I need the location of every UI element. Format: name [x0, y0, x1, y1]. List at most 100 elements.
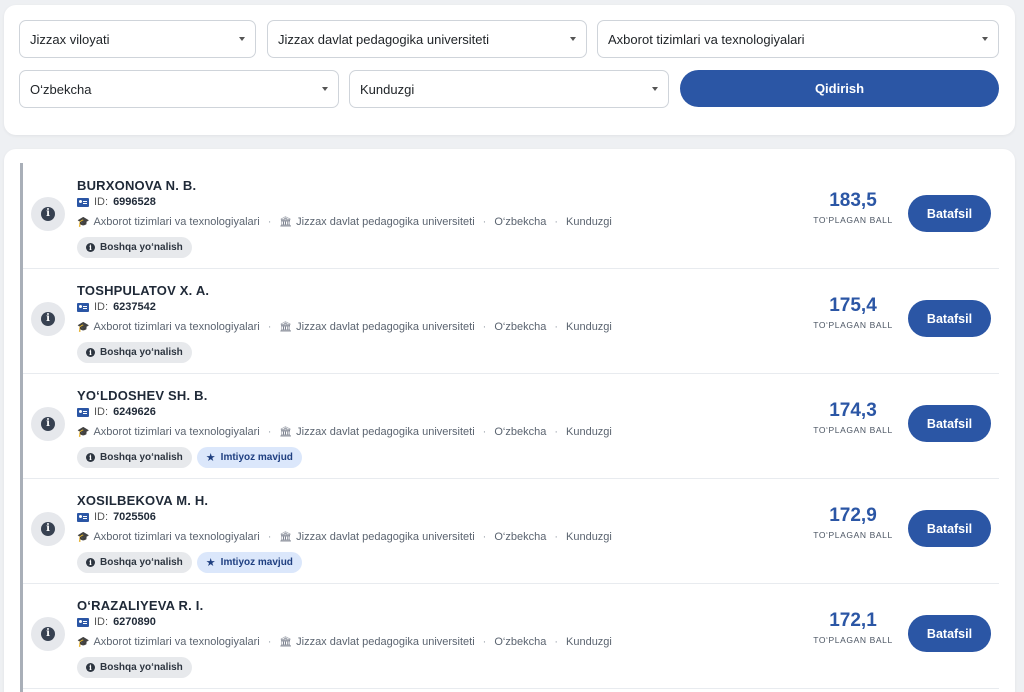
score-block: 172,9 TO‘PLAGAN BALL	[803, 505, 903, 540]
id-number: 6270890	[113, 616, 156, 628]
university-icon: 🏛	[279, 216, 293, 228]
status-badge: i Boshqa yo‘nalish	[77, 237, 192, 258]
meta-form: Kunduzgi	[566, 531, 612, 543]
id-card-icon	[77, 512, 89, 522]
meta-form: Kunduzgi	[566, 636, 612, 648]
applicant-name: TOSHPULATOV X. A.	[77, 283, 210, 298]
separator: ·	[482, 531, 487, 543]
university-icon: 🏛	[279, 321, 293, 333]
badge-group: i Boshqa yo‘nalish	[77, 237, 192, 258]
study-form-select[interactable]: Kunduzgi	[349, 70, 669, 108]
meta-direction: Axborot tizimlari va texnologiyalari	[93, 531, 260, 543]
star-icon: ★	[205, 452, 216, 464]
badge-label: Boshqa yo‘nalish	[100, 662, 183, 673]
details-button[interactable]: Batafsil	[908, 195, 991, 232]
score-label: TO‘PLAGAN BALL	[813, 529, 893, 540]
applicant-name: O‘RAZALIYEVA R. I.	[77, 598, 204, 613]
search-button[interactable]: Qidirish	[680, 70, 999, 107]
result-row: i YO‘LDOSHEV SH. B. ID: 6249626 🎓 Axboro…	[23, 374, 999, 479]
info-button[interactable]: i	[31, 197, 65, 231]
info-icon: i	[86, 243, 95, 252]
id-card-icon	[77, 197, 89, 207]
meta-direction: Axborot tizimlari va texnologiyalari	[93, 636, 260, 648]
details-button[interactable]: Batafsil	[908, 405, 991, 442]
info-icon: i	[86, 558, 95, 567]
info-button[interactable]: i	[31, 512, 65, 546]
results-list: i BURXONOVA N. B. ID: 6996528 🎓 Axborot …	[4, 149, 1015, 692]
info-button[interactable]: i	[31, 407, 65, 441]
separator: ·	[267, 216, 272, 228]
id-card-icon	[77, 302, 89, 312]
meta-university: Jizzax davlat pedagogika universiteti	[296, 531, 475, 543]
badge-group: i Boshqa yo‘nalish ★ Imtiyoz mavjud	[77, 447, 302, 468]
meta-direction: Axborot tizimlari va texnologiyalari	[93, 426, 260, 438]
separator: ·	[554, 321, 558, 333]
result-row: i O‘RAZALIYEVA R. I. ID: 6270890 🎓 Axbor…	[23, 584, 999, 689]
separator: ·	[482, 216, 487, 228]
id-number: 6237542	[113, 301, 156, 313]
chevron-down-icon	[982, 37, 988, 41]
meta-university: Jizzax davlat pedagogika universiteti	[296, 321, 475, 333]
details-button[interactable]: Batafsil	[908, 615, 991, 652]
meta-university: Jizzax davlat pedagogika universiteti	[296, 636, 475, 648]
separator: ·	[482, 321, 487, 333]
university-icon: 🏛	[279, 531, 293, 543]
applicant-id: ID: 7025506	[77, 511, 156, 523]
badge-group: i Boshqa yo‘nalish	[77, 657, 192, 678]
graduation-cap-icon: 🎓	[77, 531, 90, 543]
region-select[interactable]: Jizzax viloyati	[19, 20, 256, 58]
separator: ·	[482, 636, 487, 648]
id-number: 6996528	[113, 196, 156, 208]
status-badge: i Boshqa yo‘nalish	[77, 552, 192, 573]
meta-language: O‘zbekcha	[494, 531, 547, 543]
graduation-cap-icon: 🎓	[77, 426, 90, 438]
info-icon: i	[86, 663, 95, 672]
meta-direction: Axborot tizimlari va texnologiyalari	[93, 321, 260, 333]
score-value: 175,4	[829, 295, 877, 316]
score-label: TO‘PLAGAN BALL	[813, 319, 893, 330]
info-icon: i	[41, 522, 55, 536]
id-prefix: ID:	[94, 511, 109, 523]
applicant-meta: 🎓 Axborot tizimlari va texnologiyalari ·…	[77, 321, 612, 333]
language-select-value: O‘zbekcha	[30, 81, 92, 97]
graduation-cap-icon: 🎓	[77, 636, 90, 648]
details-button[interactable]: Batafsil	[908, 510, 991, 547]
score-block: 183,5 TO‘PLAGAN BALL	[803, 190, 903, 225]
score-value: 174,3	[829, 400, 877, 421]
direction-select[interactable]: Axborot tizimlari va texnologiyalari	[597, 20, 999, 58]
badge-label: Imtiyoz mavjud	[220, 452, 293, 463]
info-icon: i	[86, 453, 95, 462]
applicant-meta: 🎓 Axborot tizimlari va texnologiyalari ·…	[77, 636, 612, 648]
applicant-meta: 🎓 Axborot tizimlari va texnologiyalari ·…	[77, 426, 612, 438]
language-select[interactable]: O‘zbekcha	[19, 70, 339, 108]
info-button[interactable]: i	[31, 302, 65, 336]
meta-form: Kunduzgi	[566, 426, 612, 438]
info-button[interactable]: i	[31, 617, 65, 651]
badge-group: i Boshqa yo‘nalish	[77, 342, 192, 363]
status-badge: ★ Imtiyoz mavjud	[196, 447, 302, 468]
meta-language: O‘zbekcha	[494, 216, 547, 228]
applicant-name: YO‘LDOSHEV SH. B.	[77, 388, 208, 403]
meta-direction: Axborot tizimlari va texnologiyalari	[93, 216, 260, 228]
meta-university: Jizzax davlat pedagogika universiteti	[296, 216, 475, 228]
badge-label: Boshqa yo‘nalish	[100, 347, 183, 358]
university-select[interactable]: Jizzax davlat pedagogika universiteti	[267, 20, 587, 58]
applicant-id: ID: 6996528	[77, 196, 156, 208]
filter-panel: Jizzax viloyati Jizzax davlat pedagogika…	[4, 5, 1015, 135]
id-prefix: ID:	[94, 406, 109, 418]
separator: ·	[554, 636, 558, 648]
badge-group: i Boshqa yo‘nalish ★ Imtiyoz mavjud	[77, 552, 302, 573]
meta-form: Kunduzgi	[566, 321, 612, 333]
star-icon: ★	[205, 557, 216, 569]
id-number: 7025506	[113, 511, 156, 523]
score-block: 172,1 TO‘PLAGAN BALL	[803, 610, 903, 645]
graduation-cap-icon: 🎓	[77, 321, 90, 333]
chevron-down-icon	[652, 87, 658, 91]
badge-label: Boshqa yo‘nalish	[100, 452, 183, 463]
score-block: 174,3 TO‘PLAGAN BALL	[803, 400, 903, 435]
id-number: 6249626	[113, 406, 156, 418]
details-button[interactable]: Batafsil	[908, 300, 991, 337]
id-card-icon	[77, 617, 89, 627]
score-label: TO‘PLAGAN BALL	[813, 424, 893, 435]
chevron-down-icon	[570, 37, 576, 41]
